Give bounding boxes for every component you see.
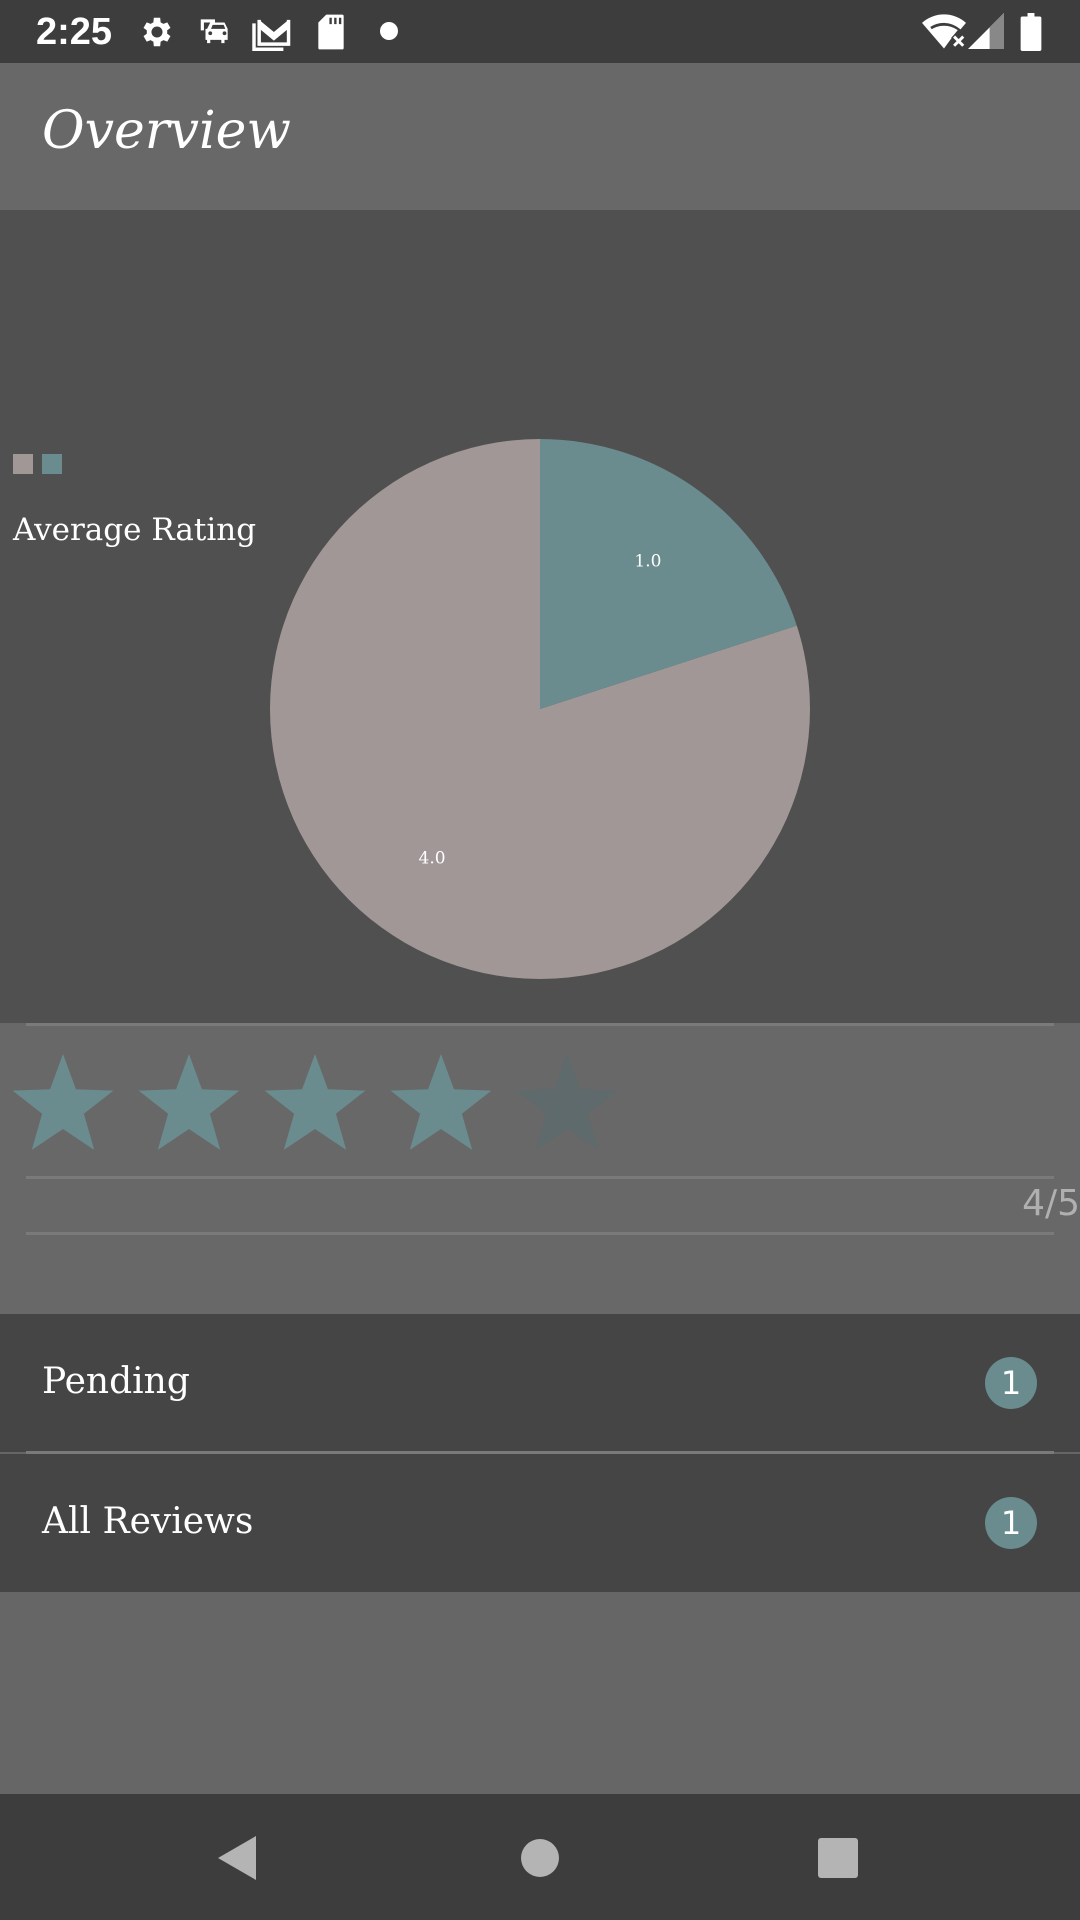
recents-icon[interactable] <box>818 1838 858 1878</box>
pie-slice-label-0: 4.0 <box>419 849 446 869</box>
rating-top-divider <box>26 1023 1054 1026</box>
rating-bar[interactable] <box>0 1033 640 1153</box>
rating-star-4[interactable] <box>390 1054 492 1150</box>
gear-icon <box>143 17 171 47</box>
wifi-off-icon <box>922 14 966 49</box>
car-icon <box>200 19 228 44</box>
rating-fraction: 4/5 <box>1022 1183 1080 1224</box>
rating-star-2[interactable] <box>138 1054 240 1150</box>
battery-icon <box>1020 13 1042 51</box>
list-item-all-reviews[interactable]: All Reviews 1 <box>0 1454 1080 1592</box>
all-reviews-label: All Reviews <box>42 1501 254 1542</box>
status-bar: 2:25 <box>0 0 1080 63</box>
back-icon[interactable] <box>216 1834 260 1882</box>
gmail-icon <box>252 19 291 51</box>
pie-chart: 4.0 1.0 <box>270 439 810 979</box>
pending-label: Pending <box>42 1361 190 1402</box>
all-reviews-count-badge: 1 <box>985 1497 1037 1549</box>
list-item-pending[interactable]: Pending 1 <box>0 1314 1080 1452</box>
app-bar: Overview <box>0 63 1080 210</box>
chart-panel: Average Rating 4.0 1.0 <box>0 210 1080 1023</box>
rating-star-3[interactable] <box>264 1054 366 1150</box>
rating-panel: 4/5 <box>0 1023 1080 1315</box>
rating-mid-divider <box>26 1176 1054 1179</box>
home-icon[interactable] <box>520 1838 560 1878</box>
pending-count-badge: 1 <box>985 1357 1037 1409</box>
signal-icon <box>968 13 1004 49</box>
page-title: Overview <box>42 101 291 161</box>
dot-icon <box>380 22 398 40</box>
sd-card-icon <box>318 14 344 50</box>
rating-bottom-divider <box>26 1232 1054 1235</box>
pie-slice-label-1: 1.0 <box>634 551 661 571</box>
rating-star-1[interactable] <box>12 1054 114 1150</box>
rating-star-5[interactable] <box>516 1054 618 1150</box>
navigation-bar <box>0 1794 1080 1920</box>
status-time: 2:25 <box>36 11 113 53</box>
